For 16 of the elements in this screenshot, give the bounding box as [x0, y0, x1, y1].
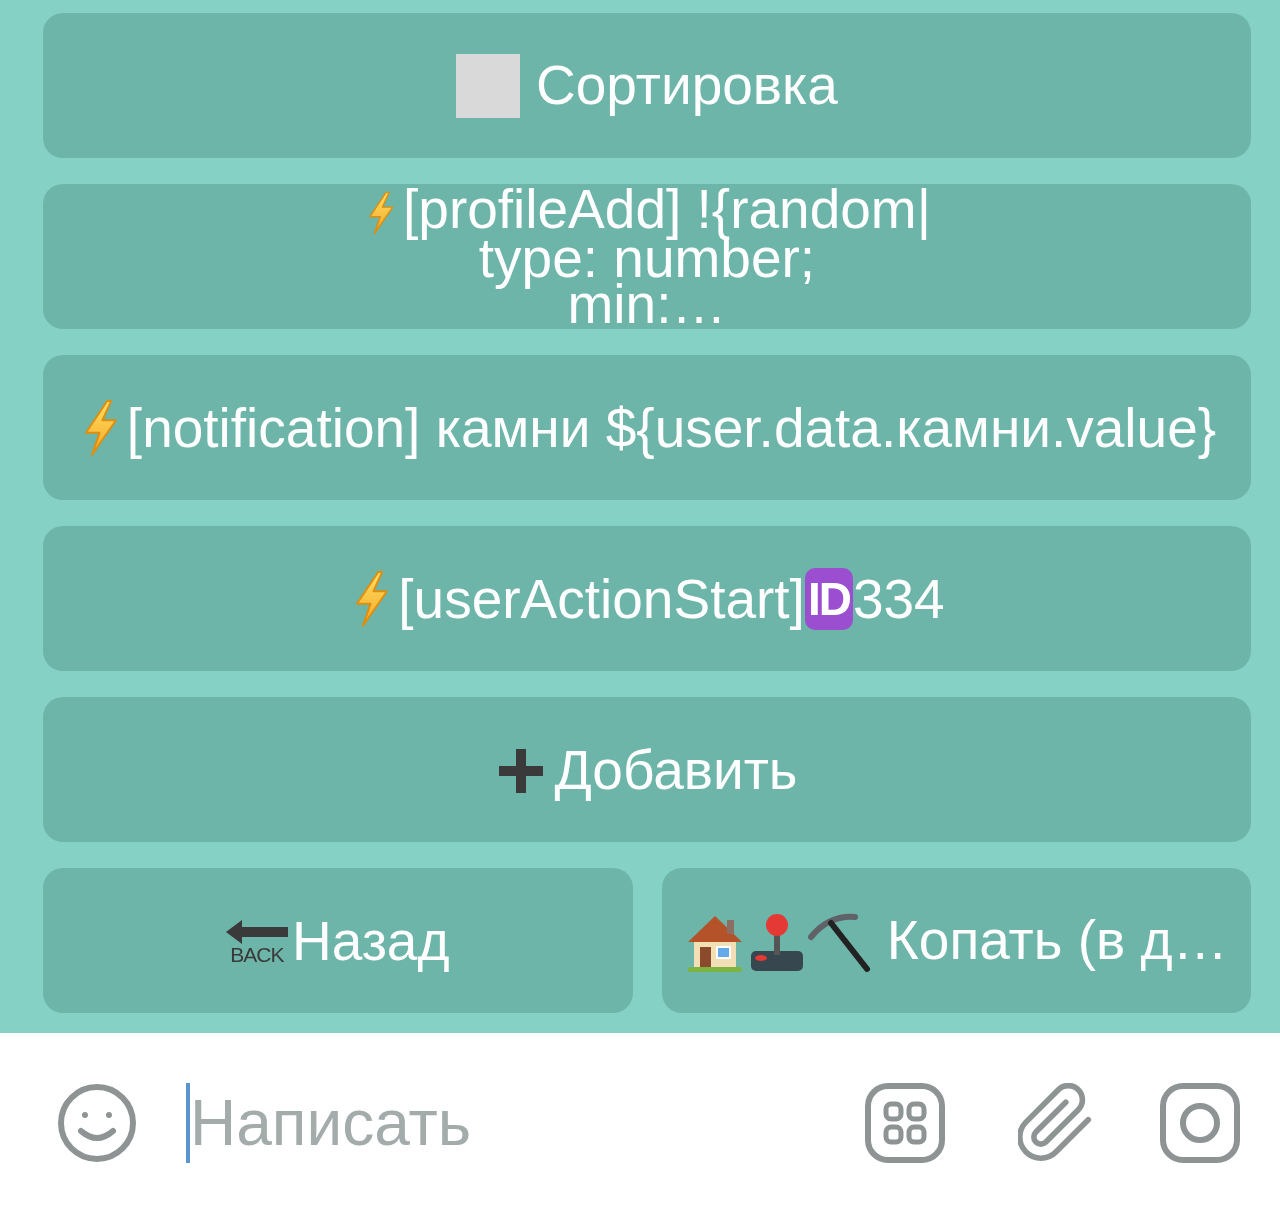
left-arrow-icon [225, 919, 288, 944]
camera-icon[interactable] [1160, 1082, 1240, 1163]
keyboard-button[interactable]: [notification] камни ${user.data.камни.value} [43, 355, 1251, 500]
id-badge: ID [804, 567, 853, 630]
message-field[interactable]: Написать [190, 1077, 865, 1168]
keyboard-button[interactable]: Копать (в д… [661, 868, 1251, 1013]
keyboard-button[interactable]: BACK Назад [43, 868, 633, 1013]
apps-grid-icon[interactable] [865, 1082, 945, 1163]
back-label: BACK [230, 943, 284, 966]
keyboard-button[interactable]: [userActionStart]ID334 [43, 526, 1251, 671]
keyboard-button[interactable]: Добавить [43, 697, 1251, 842]
smiley-icon[interactable] [57, 1082, 137, 1163]
paperclip-icon[interactable] [1018, 1082, 1092, 1163]
square-icon [456, 54, 521, 119]
keyboard-button[interactable]: Сортировка [43, 13, 1251, 158]
keyboard-button[interactable]: [profileAdd] !{random| type: number; min:… [43, 184, 1251, 329]
